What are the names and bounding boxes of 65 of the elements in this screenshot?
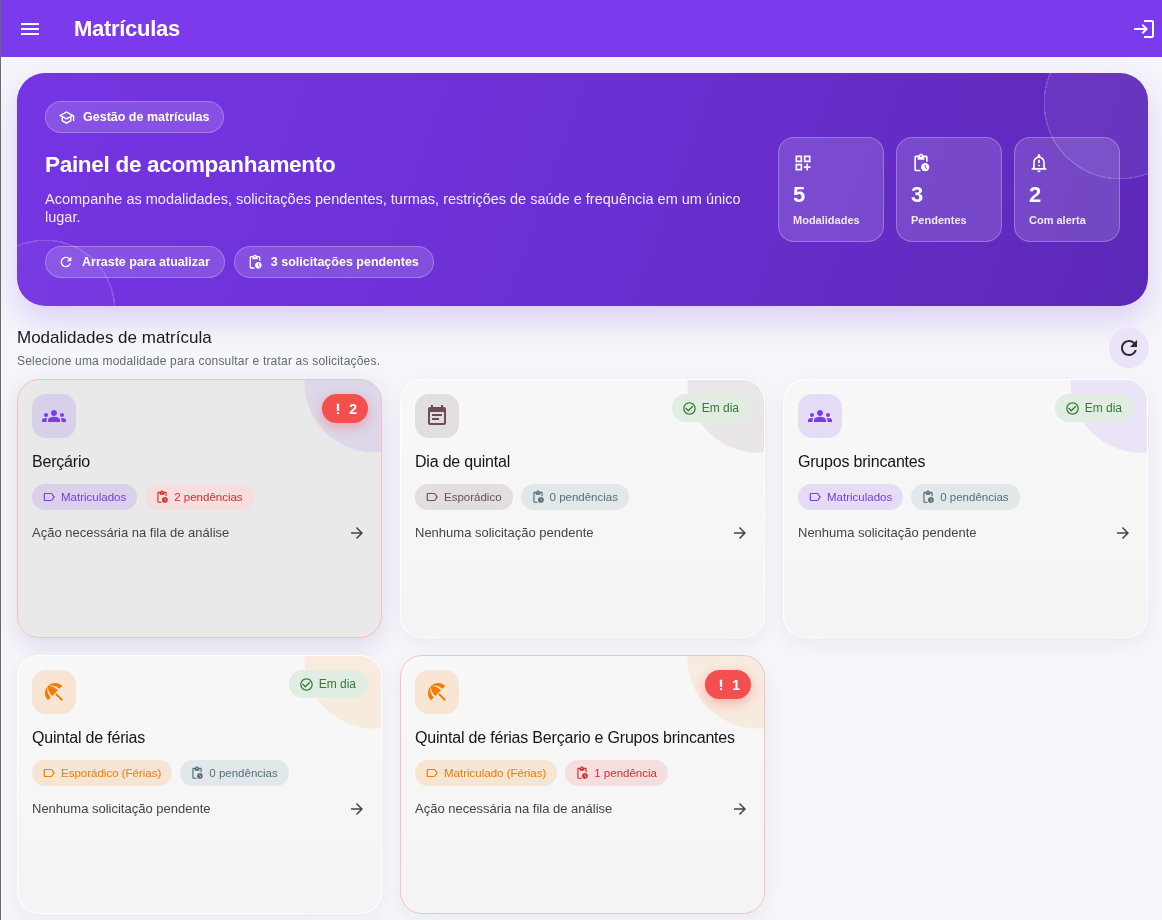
hero-description: Acompanhe as modalidades, solicitações pendentes, turmas, restrições de saúde e frequência em um único lugar. bbox=[45, 190, 742, 226]
status-note: Nenhuma solicitação pendente bbox=[32, 800, 211, 818]
status-note: Ação necessária na fila de análise bbox=[32, 524, 230, 542]
card-title: Dia de quintal bbox=[415, 452, 512, 472]
refresh-button[interactable] bbox=[1109, 328, 1149, 368]
stat-label: Com alerta bbox=[1029, 213, 1086, 227]
refresh-icon bbox=[58, 254, 74, 270]
chip-label: Matriculados bbox=[61, 491, 127, 503]
stat-label: Modalidades bbox=[793, 213, 860, 227]
modality-card[interactable]: Em dia Quintal de férias Esporádico (Férias) 0 pendências Nenhuma solicitação pendente bbox=[17, 655, 382, 914]
card-title: Grupos brincantes bbox=[798, 452, 927, 472]
arrow-icon bbox=[348, 524, 366, 542]
clipboard-clock-icon bbox=[190, 766, 205, 780]
graduation-cap-icon bbox=[58, 108, 75, 126]
arrow-icon bbox=[731, 524, 749, 542]
chip-label: 0 pendências bbox=[549, 491, 618, 503]
arrow-icon bbox=[731, 800, 749, 818]
stat-value: 2 bbox=[1029, 182, 1042, 208]
modality-card[interactable]: Em dia Dia de quintal Esporádico 0 pendências Nenhuma solicitação pendente bbox=[400, 379, 765, 638]
tag-icon bbox=[425, 490, 439, 504]
chip-label: 3 solicitações pendentes bbox=[270, 255, 419, 269]
badge-label: 2 bbox=[349, 400, 357, 417]
tag-icon bbox=[425, 766, 439, 780]
bell-alert-icon bbox=[1029, 153, 1049, 173]
tag-icon bbox=[808, 490, 822, 504]
badge-label: Gestão de matrículas bbox=[83, 110, 210, 124]
hero-title: Painel de acompanhamento bbox=[45, 151, 336, 179]
section-subtitle: Selecione uma modalidade para consultar e tratar as solicitações. bbox=[17, 352, 381, 369]
badge-label: Em dia bbox=[1084, 401, 1122, 415]
card-title: Berçário bbox=[32, 452, 91, 472]
arrow-icon bbox=[348, 800, 366, 818]
chip-label: Arraste para atualizar bbox=[82, 255, 210, 269]
chip-label: Matriculado (Férias) bbox=[444, 767, 547, 779]
chip-label: 1 pendência bbox=[594, 767, 657, 779]
tag-icon bbox=[42, 766, 56, 780]
chip-label: Esporádico bbox=[444, 491, 502, 503]
modality-card[interactable]: 2 Berçário Matriculados 2 pendências Ação necessária na fila de análise bbox=[17, 379, 382, 638]
chip-label: 0 pendências bbox=[209, 767, 278, 779]
status-note: Nenhuma solicitação pendente bbox=[798, 524, 977, 542]
section-title: Modalidades de matrícula bbox=[17, 327, 213, 348]
clipboard-clock-icon bbox=[911, 153, 931, 173]
stat-value: 5 bbox=[793, 182, 806, 208]
stat-label: Pendentes bbox=[911, 213, 967, 227]
tag-icon bbox=[42, 490, 56, 504]
card-title: Quintal de férias bbox=[32, 728, 147, 748]
modality-card[interactable]: 1 Quintal de férias Berçario e Grupos brincantes Matriculado (Férias) 1 pendência Ação necessária na fila de análise bbox=[400, 655, 765, 914]
chip-label: Esporádico (Férias) bbox=[61, 767, 162, 779]
chip-label: Matriculados bbox=[827, 491, 893, 503]
badge-label: Em dia bbox=[701, 401, 739, 415]
badge-label: 1 bbox=[732, 676, 740, 693]
status-note: Nenhuma solicitação pendente bbox=[415, 524, 594, 542]
badge-label: Em dia bbox=[318, 677, 356, 691]
clipboard-clock-icon bbox=[921, 490, 936, 504]
clipboard-clock-icon bbox=[575, 766, 590, 780]
status-note: Ação necessária na fila de análise bbox=[415, 800, 613, 818]
app-title: Matrículas bbox=[74, 15, 181, 42]
arrow-icon bbox=[1114, 524, 1132, 542]
modality-card[interactable]: Em dia Grupos brincantes Matriculados 0 pendências Nenhuma solicitação pendente bbox=[783, 379, 1148, 638]
chip-label: 2 pendências bbox=[174, 491, 243, 503]
clipboard-clock-icon bbox=[155, 490, 170, 504]
clipboard-clock-icon bbox=[530, 490, 545, 504]
stat-value: 3 bbox=[911, 182, 924, 208]
grid-plus-icon bbox=[793, 153, 813, 173]
chip-label: 0 pendências bbox=[940, 491, 1009, 503]
card-title: Quintal de férias Berçario e Grupos brincantes bbox=[415, 728, 736, 748]
